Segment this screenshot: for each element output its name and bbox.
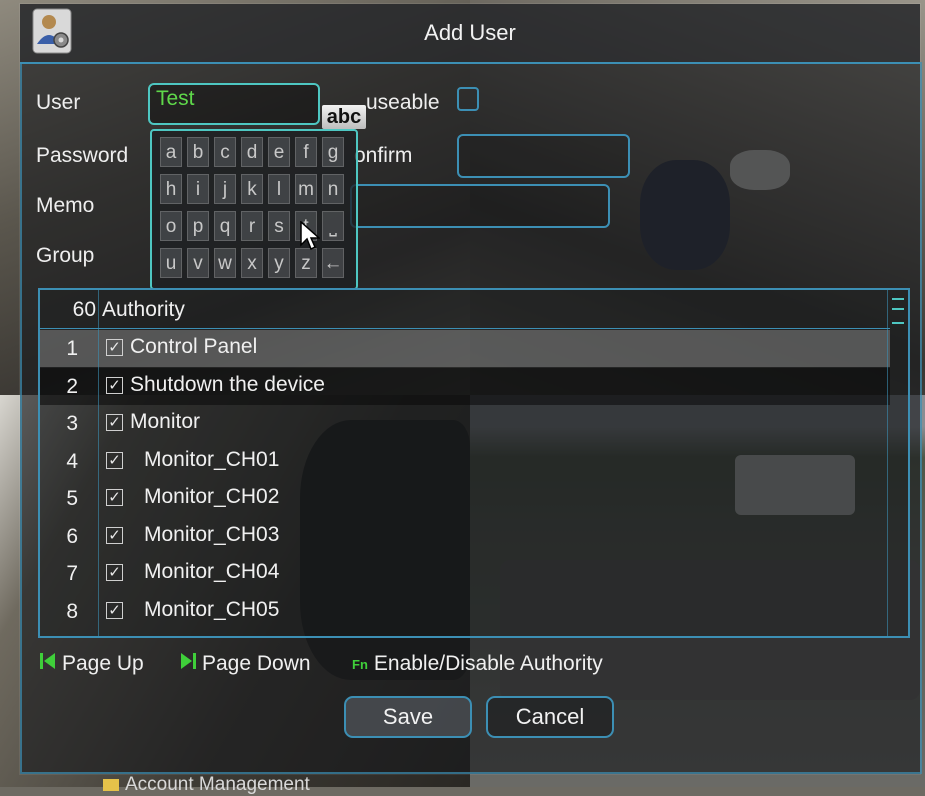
- user-name-input[interactable]: Test: [148, 83, 320, 125]
- keyboard-key[interactable]: m: [295, 174, 317, 204]
- authority-checkbox[interactable]: ✓: [106, 451, 123, 469]
- scrollbar-thumb[interactable]: [892, 298, 904, 324]
- useable-label: useable: [366, 91, 440, 114]
- keyboard-key[interactable]: ←: [322, 248, 344, 278]
- memo-label: Memo: [36, 194, 95, 217]
- fn-key-icon: Fn: [352, 656, 368, 672]
- authority-row[interactable]: 7 ✓ Monitor_CH04: [40, 555, 890, 592]
- row-number: 5: [66, 487, 78, 510]
- keyboard-key[interactable]: i: [187, 174, 209, 204]
- authority-label: Monitor: [130, 410, 201, 433]
- keyboard-key[interactable]: a: [160, 137, 182, 167]
- keyboard-key[interactable]: s: [268, 211, 290, 241]
- keyboard-key[interactable]: q: [214, 211, 236, 241]
- authority-column-header: Authority: [102, 298, 185, 321]
- keyboard-key[interactable]: v: [187, 248, 209, 278]
- authority-label: Shutdown the device: [130, 372, 325, 396]
- keyboard-key[interactable]: d: [241, 137, 263, 167]
- authority-label: Monitor_CH02: [144, 485, 280, 508]
- authority-row[interactable]: 3 ✓ Monitor: [40, 405, 890, 442]
- mouse-cursor-icon: [300, 220, 321, 256]
- keyboard-key[interactable]: w: [214, 248, 236, 278]
- authority-row[interactable]: 4 ✓ Monitor_CH01: [40, 443, 890, 480]
- authority-checkbox[interactable]: ✓: [106, 564, 123, 581]
- row-number: 1: [66, 337, 78, 360]
- keyboard-key[interactable]: u: [160, 248, 182, 278]
- keyboard-key[interactable]: ⎵: [322, 211, 344, 241]
- save-button[interactable]: Save: [344, 696, 472, 738]
- memo-input[interactable]: [350, 184, 610, 228]
- authority-checkbox[interactable]: ✓: [106, 414, 123, 431]
- table-header: 60 Authority: [40, 290, 890, 329]
- keyboard-key[interactable]: n: [322, 174, 344, 204]
- authority-checkbox[interactable]: ✓: [106, 526, 123, 544]
- keyboard-key[interactable]: x: [241, 248, 263, 278]
- group-label: Group: [36, 244, 95, 267]
- page-up-icon: [40, 652, 56, 676]
- keyboard-key[interactable]: j: [214, 174, 236, 204]
- authority-row[interactable]: 6 ✓ Monitor_CH03: [40, 518, 890, 555]
- table-scrollbar[interactable]: [887, 290, 908, 636]
- row-number: 4: [66, 449, 78, 473]
- column-divider: [98, 290, 99, 636]
- keyboard-key[interactable]: p: [187, 211, 209, 241]
- authority-row[interactable]: 5 ✓ Monitor_CH02: [40, 480, 890, 517]
- authority-label: Control Panel: [130, 335, 258, 358]
- authority-label: Monitor_CH05: [144, 597, 280, 621]
- add-user-dialog: Add User User Password Memo Group Test a…: [20, 4, 922, 774]
- row-number: 2: [66, 374, 78, 398]
- fn-hint: Fn Enable/Disable Authority: [352, 652, 603, 675]
- keyboard-key[interactable]: e: [268, 137, 290, 167]
- input-mode-button[interactable]: abc: [322, 105, 366, 129]
- page-up-hint: Page Up: [40, 652, 144, 676]
- confirm-password-input[interactable]: [457, 134, 630, 178]
- keyboard-key[interactable]: k: [241, 174, 263, 204]
- keyboard-key[interactable]: f: [295, 137, 317, 167]
- keyboard-key[interactable]: h: [160, 174, 182, 204]
- row-number: 8: [66, 599, 78, 623]
- authority-row[interactable]: 2 ✓ Shutdown the device: [40, 367, 890, 405]
- authority-row[interactable]: 8 ✓ Monitor_CH05: [40, 593, 890, 630]
- page-down-icon: [180, 652, 196, 676]
- keyboard-key[interactable]: c: [214, 137, 236, 167]
- row-number: 6: [66, 524, 78, 548]
- authority-row[interactable]: 1 ✓ Control Panel: [40, 330, 890, 367]
- keyboard-key[interactable]: l: [268, 174, 290, 204]
- cancel-button[interactable]: Cancel: [486, 696, 614, 738]
- authority-checkbox[interactable]: ✓: [106, 489, 123, 506]
- authority-checkbox[interactable]: ✓: [106, 376, 123, 394]
- keyboard-key[interactable]: y: [268, 248, 290, 278]
- keyboard-key[interactable]: r: [241, 211, 263, 241]
- keyboard-key[interactable]: g: [322, 137, 344, 167]
- dialog-title: Add User: [424, 20, 516, 45]
- authority-label: Monitor_CH03: [144, 522, 280, 546]
- background-menu-account-management: Account Management: [103, 774, 310, 796]
- useable-checkbox[interactable]: [457, 87, 479, 111]
- authority-label: Monitor_CH01: [144, 447, 280, 471]
- keyboard-key[interactable]: b: [187, 137, 209, 167]
- folder-icon: [103, 778, 119, 791]
- keyboard-key[interactable]: o: [160, 211, 182, 241]
- dialog-titlebar: Add User: [20, 4, 920, 64]
- user-label: User: [36, 91, 81, 114]
- authority-checkbox[interactable]: ✓: [106, 601, 123, 619]
- authority-table: 60 Authority 1 ✓ Control Panel 2 ✓ Shutdown t…: [38, 288, 910, 638]
- authority-label: Monitor_CH04: [144, 560, 280, 583]
- on-screen-keyboard: abcdefghijklmnopqrst⎵uvwxyz←: [150, 129, 358, 290]
- row-number: 3: [66, 412, 78, 435]
- confirm-label: onfirm: [354, 144, 413, 167]
- password-label: Password: [36, 144, 129, 167]
- row-number: 7: [66, 562, 78, 585]
- user-name-value: Test: [156, 87, 195, 110]
- page-down-hint: Page Down: [180, 652, 311, 676]
- authority-count: 60: [72, 298, 96, 321]
- authority-checkbox[interactable]: ✓: [106, 339, 123, 356]
